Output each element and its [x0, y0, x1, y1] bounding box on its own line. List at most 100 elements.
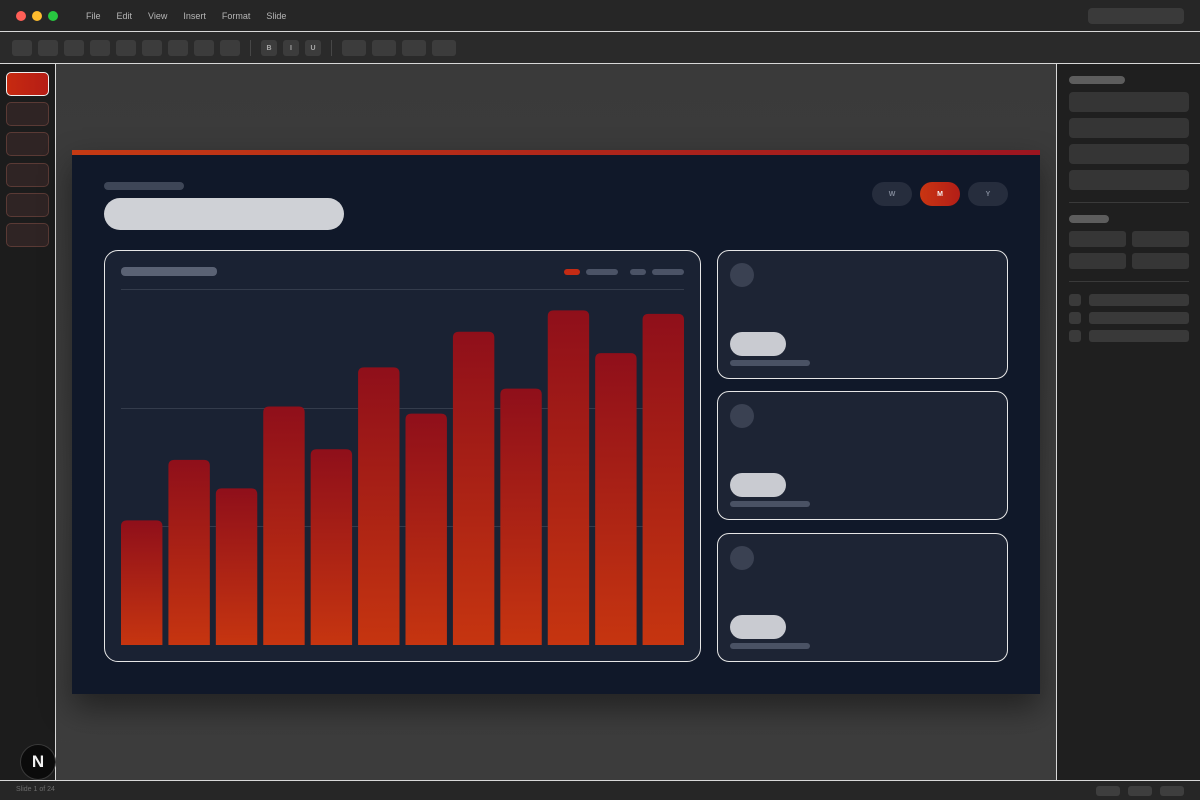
inspector-field[interactable] — [1069, 92, 1189, 112]
stat-icon — [730, 263, 754, 287]
slide-thumbnail[interactable] — [6, 132, 49, 156]
inspector-input[interactable] — [1132, 253, 1189, 269]
toolbar-button[interactable] — [220, 40, 240, 56]
toolbar-button[interactable] — [168, 40, 188, 56]
chart-bar-7 — [405, 413, 447, 645]
menu-bar: File Edit View Insert Format Slide — [0, 0, 1200, 32]
app-logo[interactable]: N — [20, 744, 56, 780]
slide-thumbnail[interactable] — [6, 223, 49, 247]
slide-subtitle-placeholder — [104, 182, 184, 190]
stat-value-placeholder — [730, 332, 786, 356]
inspector-section-label — [1069, 215, 1109, 223]
toolbar-button[interactable] — [90, 40, 110, 56]
slide-thumbnail[interactable] — [6, 72, 49, 96]
inspector-input[interactable] — [1069, 231, 1126, 247]
slide-thumbnail[interactable] — [6, 163, 49, 187]
inspector-field[interactable] — [1069, 144, 1189, 164]
toolbar-button[interactable] — [116, 40, 136, 56]
toolbar-button[interactable] — [402, 40, 426, 56]
chart-card — [104, 250, 701, 662]
menu-slide[interactable]: Slide — [266, 11, 286, 21]
toolbar-button[interactable] — [38, 40, 58, 56]
legend-swatch — [564, 269, 580, 275]
stat-label-placeholder — [730, 643, 810, 649]
chart-bar-3 — [215, 488, 258, 645]
menu-edit[interactable]: Edit — [117, 11, 133, 21]
chart-bar-4 — [263, 406, 305, 645]
legend-label-placeholder — [586, 269, 618, 275]
status-button[interactable] — [1160, 786, 1184, 796]
chart-bar-12 — [642, 313, 684, 645]
inspector-checkbox[interactable] — [1069, 312, 1081, 324]
stat-icon — [730, 404, 754, 428]
stat-value-placeholder — [730, 615, 786, 639]
slide-navigator — [0, 64, 56, 780]
stat-card[interactable] — [717, 250, 1008, 379]
toolbar-button[interactable] — [432, 40, 456, 56]
stat-label-placeholder — [730, 360, 810, 366]
chart-bar-9 — [500, 388, 542, 645]
inspector-section-label — [1069, 76, 1125, 84]
italic-button[interactable]: I — [283, 40, 299, 56]
inspector-panel — [1056, 64, 1200, 780]
inspector-option — [1089, 294, 1189, 306]
inspector-option — [1089, 312, 1189, 324]
status-button[interactable] — [1128, 786, 1152, 796]
toolbar-button[interactable] — [64, 40, 84, 56]
toolbar-button[interactable] — [142, 40, 162, 56]
close-window-button[interactable] — [16, 11, 26, 21]
chart-bar-2 — [168, 459, 210, 645]
minimize-window-button[interactable] — [32, 11, 42, 21]
slide-thumbnail[interactable] — [6, 102, 49, 126]
stat-card[interactable] — [717, 533, 1008, 662]
bold-button[interactable]: B — [261, 40, 277, 56]
menu-insert[interactable]: Insert — [183, 11, 206, 21]
period-toggle-month[interactable]: M — [920, 182, 960, 206]
period-toggle-year[interactable]: Y — [968, 182, 1008, 206]
slide[interactable]: W M Y — [72, 150, 1040, 694]
bar-chart — [121, 289, 684, 645]
toolbar-button[interactable] — [342, 40, 366, 56]
editor-canvas: W M Y — [56, 64, 1056, 780]
menu-file[interactable]: File — [86, 11, 101, 21]
chart-title-placeholder — [121, 267, 217, 276]
inspector-option — [1089, 330, 1189, 342]
inspector-input[interactable] — [1132, 231, 1189, 247]
inspector-checkbox[interactable] — [1069, 294, 1081, 306]
chart-bar-8 — [452, 331, 495, 645]
chart-bar-10 — [547, 310, 590, 645]
inspector-divider — [1069, 202, 1189, 203]
toolbar-divider — [331, 40, 332, 56]
inspector-checkbox[interactable] — [1069, 330, 1081, 342]
menu-format[interactable]: Format — [222, 11, 251, 21]
legend-swatch — [630, 269, 646, 275]
chart-bar-1 — [121, 520, 163, 645]
legend-label-placeholder — [652, 269, 684, 275]
stat-value-placeholder — [730, 473, 786, 497]
period-toggle-week[interactable]: W — [872, 182, 912, 206]
stat-card[interactable] — [717, 391, 1008, 520]
chart-bar-5 — [310, 449, 353, 645]
toolbar-button[interactable] — [372, 40, 396, 56]
menu-view[interactable]: View — [148, 11, 167, 21]
toolbar-button[interactable] — [194, 40, 214, 56]
underline-button[interactable]: U — [305, 40, 321, 56]
toolbar: B I U — [0, 32, 1200, 64]
status-bar: Slide 1 of 24 — [0, 780, 1200, 800]
inspector-field[interactable] — [1069, 170, 1189, 190]
stat-icon — [730, 546, 754, 570]
slide-title-placeholder — [104, 198, 344, 230]
inspector-field[interactable] — [1069, 118, 1189, 138]
stat-label-placeholder — [730, 501, 810, 507]
toolbar-button[interactable] — [12, 40, 32, 56]
toolbar-divider — [250, 40, 251, 56]
app-menu: File Edit View Insert Format Slide — [86, 0, 302, 32]
chart-bar-6 — [358, 367, 400, 645]
inspector-divider — [1069, 281, 1189, 282]
search-field[interactable] — [1088, 8, 1184, 24]
status-button[interactable] — [1096, 786, 1120, 796]
slide-thumbnail[interactable] — [6, 193, 49, 217]
zoom-window-button[interactable] — [48, 11, 58, 21]
inspector-input[interactable] — [1069, 253, 1126, 269]
chart-bar-11 — [595, 353, 637, 645]
